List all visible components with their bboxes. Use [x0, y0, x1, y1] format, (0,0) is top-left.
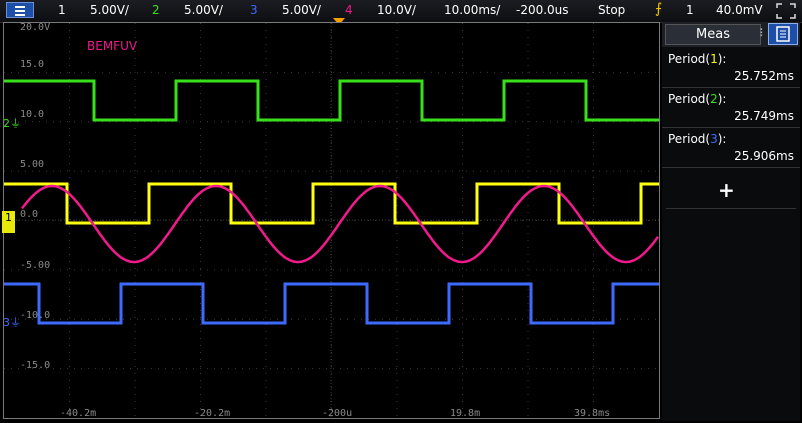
- y-label: -10.0: [20, 310, 51, 321]
- ch1-scale[interactable]: 5.00V/: [90, 3, 129, 17]
- delay[interactable]: -200.0us: [516, 3, 569, 17]
- waveform-label: BEMFUV: [87, 39, 138, 53]
- measurement-label: Period(3):: [668, 132, 727, 146]
- ch2-ground-marker[interactable]: 2⏚: [3, 115, 21, 131]
- ch1-ground-marker[interactable]: 1: [2, 211, 15, 233]
- measurement-label: Period(2):: [668, 92, 727, 106]
- x-label: -40.2m: [60, 408, 97, 419]
- trigger-source[interactable]: 1: [686, 3, 694, 17]
- meas-tab[interactable]: Meas: [665, 24, 761, 45]
- ch4-scale[interactable]: 10.0V/: [377, 3, 416, 17]
- run-state[interactable]: Stop: [598, 3, 625, 17]
- menu-icon[interactable]: [6, 2, 34, 18]
- x-label: -20.2m: [194, 408, 231, 419]
- status-bar: 1 5.00V/ 2 5.00V/ 3 5.00V/ 4 10.0V/ 10.0…: [0, 0, 802, 23]
- measurement-item[interactable]: Period(1): 25.752ms: [662, 49, 800, 88]
- divider: [666, 208, 796, 209]
- ch1-number[interactable]: 1: [58, 3, 66, 17]
- ch2-scale[interactable]: 5.00V/: [184, 3, 223, 17]
- drag-handle-icon[interactable]: ⠇: [759, 27, 767, 40]
- waveform-canvas: [4, 23, 659, 418]
- ch3-number[interactable]: 3: [250, 3, 258, 17]
- x-label: 39.8ms: [574, 408, 611, 419]
- measurement-value: 25.906ms: [734, 149, 794, 163]
- measurement-value: 25.749ms: [734, 109, 794, 123]
- add-measurement-button[interactable]: +: [718, 178, 735, 202]
- measurement-label: Period(1):: [668, 52, 727, 66]
- trigger-edge-icon[interactable]: ⨍: [655, 1, 662, 17]
- measurement-panel: Meas ⠇ Period(1): 25.752ms Period(2): 25…: [662, 22, 800, 421]
- x-label: -200u: [322, 408, 353, 419]
- fullscreen-icon[interactable]: [776, 3, 796, 19]
- measurement-item[interactable]: Period(2): 25.749ms: [662, 89, 800, 128]
- timebase[interactable]: 10.00ms/: [444, 3, 500, 17]
- ch4-number[interactable]: 4: [345, 3, 353, 17]
- y-label: -5.00: [20, 260, 51, 271]
- ch3-scale[interactable]: 5.00V/: [282, 3, 321, 17]
- ch2-number[interactable]: 2: [152, 3, 160, 17]
- trigger-level[interactable]: 40.0mV: [716, 3, 763, 17]
- y-label: 20.0V: [20, 22, 51, 33]
- ch3-ground-marker[interactable]: 3⏚: [3, 314, 21, 330]
- x-label: 19.8m: [450, 408, 481, 419]
- y-label: 5.00: [20, 159, 45, 170]
- panel-header: Meas ⠇: [662, 22, 800, 47]
- y-label: -15.0: [20, 360, 51, 371]
- panel-menu-icon[interactable]: [768, 23, 798, 45]
- y-label: 0.0: [20, 209, 39, 220]
- waveform-display[interactable]: BEMFUV 20.0V 15.0 10.0 5.00 0.0 -5.00 -1…: [2, 22, 660, 419]
- y-label: 10.0: [20, 109, 45, 120]
- measurement-value: 25.752ms: [734, 69, 794, 83]
- measurement-item[interactable]: Period(3): 25.906ms: [662, 129, 800, 168]
- traces: [4, 79, 659, 325]
- y-label: 15.0: [20, 59, 45, 70]
